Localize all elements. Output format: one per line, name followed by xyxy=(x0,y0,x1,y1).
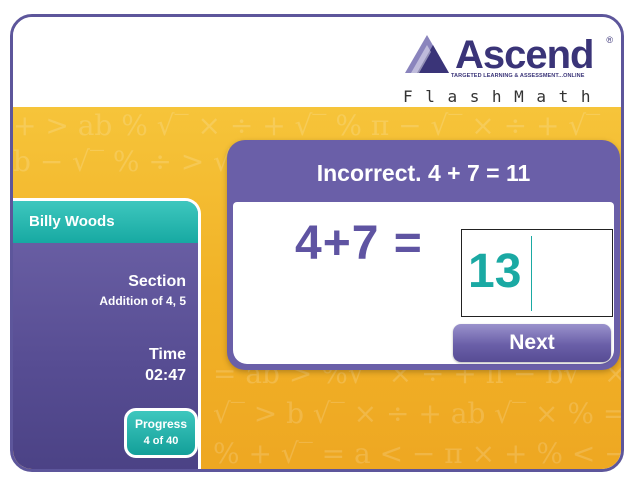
student-name-bar: Billy Woods xyxy=(13,201,198,243)
student-name: Billy Woods xyxy=(29,213,115,230)
progress-label: Progress xyxy=(134,417,188,431)
time-label: Time xyxy=(148,346,186,363)
answer-value: 13 xyxy=(468,245,522,298)
problem-equation: 4+7 = xyxy=(295,217,423,270)
section-label: Section xyxy=(128,273,186,290)
answer-input[interactable]: 13 xyxy=(461,229,613,317)
time-value: 02:47 xyxy=(145,367,186,384)
header: Ascend ® TARGETED LEARNING & ASSESSMENT.… xyxy=(13,17,621,107)
registered-mark: ® xyxy=(606,35,613,45)
progress-value: 4 of 40 xyxy=(143,435,179,447)
text-caret xyxy=(531,236,532,311)
section-value: Addition of 4, 5 xyxy=(99,294,186,308)
feedback-message: Incorrect. 4 + 7 = 11 xyxy=(316,160,531,186)
ascend-mountain-icon xyxy=(405,35,449,73)
ascend-logo: Ascend ® TARGETED LEARNING & ASSESSMENT.… xyxy=(403,33,613,106)
next-button[interactable]: Next xyxy=(453,324,611,362)
background-symbols: √‾ > b √‾ × ÷ + ab √‾ × % = xyxy=(213,397,624,430)
progress-badge: Progress 4 of 40 xyxy=(124,408,198,458)
brand-tagline: TARGETED LEARNING & ASSESSMENT...ONLINE xyxy=(451,73,585,79)
background-symbols: % + √‾ = a < − π × + % < − √‾ xyxy=(213,437,624,470)
next-button-label: Next xyxy=(509,331,555,354)
brand-name: Ascend xyxy=(455,33,594,77)
app-window: Ascend ® TARGETED LEARNING & ASSESSMENT.… xyxy=(10,14,624,472)
question-panel: Incorrect. 4 + 7 = 11 4+7 = 13 Next xyxy=(227,140,620,370)
question-body: 4+7 = 13 Next xyxy=(233,202,614,364)
product-name: FlashMath xyxy=(403,87,604,106)
student-sidebar: Billy Woods Section Addition of 4, 5 Tim… xyxy=(13,198,201,469)
background-symbols: + > ab % √‾ × ÷ + √‾ % π − √‾ × ÷ + √‾ xyxy=(13,109,601,142)
